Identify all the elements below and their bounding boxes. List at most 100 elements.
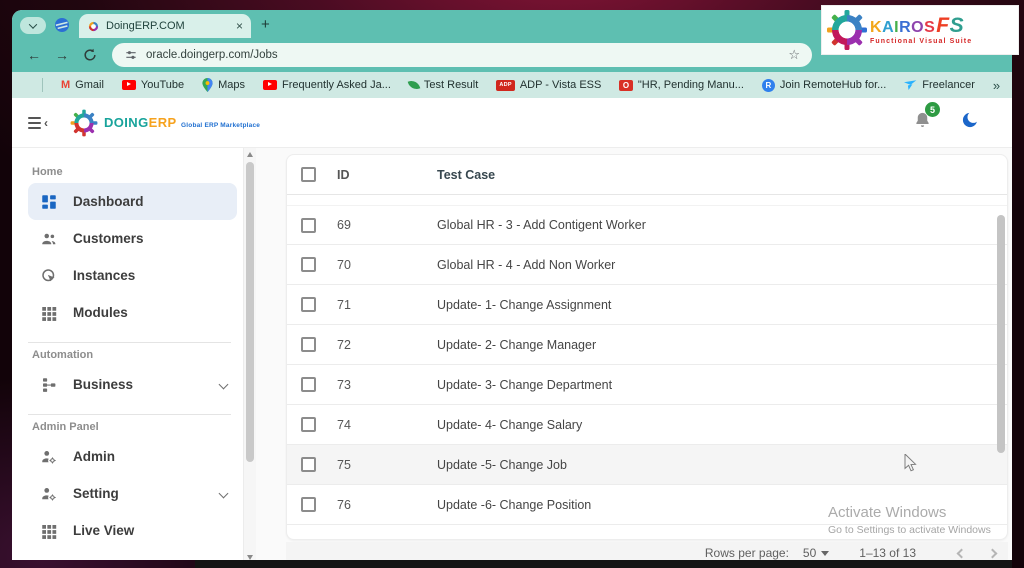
sidebar-collapse-button[interactable]: ‹ xyxy=(28,116,48,130)
pagination-range: 1–13 of 13 xyxy=(859,546,916,560)
cell-id: 72 xyxy=(337,337,351,352)
next-page-button[interactable] xyxy=(987,548,998,558)
logo-letter: S xyxy=(949,14,965,37)
sidebar-item-modules[interactable]: Modules xyxy=(28,294,237,331)
sidebar-item-live-view[interactable]: Live View xyxy=(28,512,237,549)
table-scrollbar-thumb[interactable] xyxy=(997,215,1005,453)
row-checkbox[interactable] xyxy=(301,497,316,512)
tab-search-button[interactable] xyxy=(20,17,46,34)
sidebar-item-business[interactable]: Business xyxy=(28,366,237,403)
logo-letter: S xyxy=(924,19,936,36)
table-row[interactable]: 72 Update- 2- Change Manager xyxy=(287,325,1007,365)
row-checkbox[interactable] xyxy=(301,257,316,272)
bookmarks-overflow-button[interactable]: » xyxy=(993,78,1000,93)
taskbar-strip xyxy=(195,560,1012,568)
gmail-icon: M xyxy=(61,79,71,91)
rows-per-page-value: 50 xyxy=(802,546,817,560)
reload-button[interactable] xyxy=(78,43,102,67)
table-header-row: ID Test Case xyxy=(287,155,1007,195)
sidebar-item-label: Admin xyxy=(73,449,115,464)
cell-test-case: Global HR - 3 - Add Contigent Worker xyxy=(437,218,646,232)
cell-id: 75 xyxy=(337,457,351,472)
divider xyxy=(28,414,231,415)
sidebar-item-admin[interactable]: Admin xyxy=(28,438,237,475)
table-row[interactable]: 71 Update- 1- Change Assignment xyxy=(287,285,1007,325)
cell-id: 71 xyxy=(337,297,351,312)
sidebar-item-label: Modules xyxy=(73,305,128,320)
logo-text-doing: DOING xyxy=(104,114,149,130)
table-row[interactable]: 70 Global HR - 4 - Add Non Worker xyxy=(287,245,1007,285)
main-content: ID Test Case 69 Global HR - 3 - Add Cont… xyxy=(256,148,1012,560)
back-button[interactable]: ← xyxy=(22,43,46,67)
watermark-line2: Go to Settings to activate Windows xyxy=(828,524,991,536)
leaf-icon xyxy=(407,78,421,92)
sidebar-item-label: Instances xyxy=(73,268,136,283)
chevron-down-icon xyxy=(28,19,38,29)
scrollbar-thumb[interactable] xyxy=(246,162,254,462)
notifications-button[interactable]: 5 xyxy=(913,102,940,135)
doingerp-app: ‹ DOINGERP Global ERP Marketplace 5 Home… xyxy=(12,98,1012,560)
sidebar: Home Dashboard Customers Instances Modul… xyxy=(12,148,243,560)
youtube-icon xyxy=(263,80,278,90)
row-checkbox[interactable] xyxy=(301,337,316,352)
flow-icon xyxy=(40,376,58,394)
column-header-test-case: Test Case xyxy=(437,167,496,182)
freelancer-bird-icon xyxy=(904,79,917,90)
tab-close-icon[interactable]: × xyxy=(236,20,243,32)
bookmark-freelancer[interactable]: Freelancer xyxy=(904,79,975,91)
rows-per-page-select[interactable]: 50 xyxy=(802,546,830,560)
row-checkbox[interactable] xyxy=(301,377,316,392)
sidebar-item-dashboard[interactable]: Dashboard xyxy=(28,183,237,220)
bookmark-test-result[interactable]: Test Result xyxy=(407,78,478,92)
column-header-id: ID xyxy=(337,167,350,182)
app-header: ‹ DOINGERP Global ERP Marketplace 5 xyxy=(12,98,1012,148)
divider xyxy=(28,342,231,343)
new-tab-button[interactable]: + xyxy=(261,16,270,33)
scroll-up-arrow[interactable] xyxy=(247,152,253,157)
tab-favicon-gear-icon xyxy=(88,21,99,31)
doingerp-logo[interactable]: DOINGERP Global ERP Marketplace xyxy=(70,109,260,137)
row-checkbox[interactable] xyxy=(301,217,316,233)
watermark-line1: Activate Windows xyxy=(828,504,947,521)
table-row[interactable]: 74 Update- 4- Change Salary xyxy=(287,405,1007,445)
maps-pin-icon xyxy=(202,78,213,92)
browser-tab-doingerp[interactable]: DoingERP.COM × xyxy=(79,14,251,38)
bookmark-remotehub[interactable]: R Join RemoteHub for... xyxy=(761,78,886,92)
divider xyxy=(42,78,43,92)
dark-mode-toggle[interactable] xyxy=(960,110,980,135)
sidebar-item-setting[interactable]: Setting xyxy=(28,475,237,512)
chevron-down-icon xyxy=(821,551,830,556)
mouse-cursor xyxy=(904,454,917,472)
cell-test-case: Update- 3- Change Department xyxy=(437,377,613,392)
table-row[interactable]: 75 Update -5- Change Job xyxy=(287,445,1007,485)
forward-button[interactable]: → xyxy=(50,43,74,67)
bookmark-hr-pending[interactable]: O "HR, Pending Manu... xyxy=(619,79,744,91)
bookmark-gmail[interactable]: M Gmail xyxy=(61,79,104,91)
sidebar-section-home: Home xyxy=(32,166,63,178)
user-gear-icon xyxy=(40,448,58,466)
previous-page-button[interactable] xyxy=(956,548,967,558)
dashboard-icon xyxy=(40,193,58,211)
sidebar-item-instances[interactable]: Instances xyxy=(28,257,237,294)
bookmark-star-icon[interactable]: ☆ xyxy=(788,47,800,63)
table-row[interactable]: 73 Update- 3- Change Department xyxy=(287,365,1007,405)
tab-title: DoingERP.COM xyxy=(106,20,185,32)
table-row[interactable]: 69 Global HR - 3 - Add Contigent Worker xyxy=(287,205,1007,245)
address-bar[interactable]: oracle.doingerp.com/Jobs ☆ xyxy=(112,43,812,67)
row-checkbox[interactable] xyxy=(301,457,316,472)
table-pagination: Rows per page: 50 1–13 of 13 xyxy=(286,542,1008,560)
bookmark-adp[interactable]: ADP ADP - Vista ESS xyxy=(496,79,601,91)
cell-test-case: Update -6- Change Position xyxy=(437,497,592,512)
bookmark-frequently-asked[interactable]: Frequently Asked Ja... xyxy=(263,79,391,91)
bookmark-maps[interactable]: Maps xyxy=(202,78,245,92)
sidebar-scrollbar[interactable] xyxy=(243,148,256,560)
bookmark-youtube[interactable]: YouTube xyxy=(121,79,184,91)
logo-letter: R xyxy=(899,19,912,36)
row-checkbox[interactable] xyxy=(301,417,316,432)
cell-id: 70 xyxy=(337,257,351,272)
row-checkbox[interactable] xyxy=(301,297,316,312)
select-all-checkbox[interactable] xyxy=(301,167,316,182)
sidebar-item-label: Live View xyxy=(73,523,135,538)
cell-test-case: Update- 1- Change Assignment xyxy=(437,297,612,312)
sidebar-item-customers[interactable]: Customers xyxy=(28,220,237,257)
